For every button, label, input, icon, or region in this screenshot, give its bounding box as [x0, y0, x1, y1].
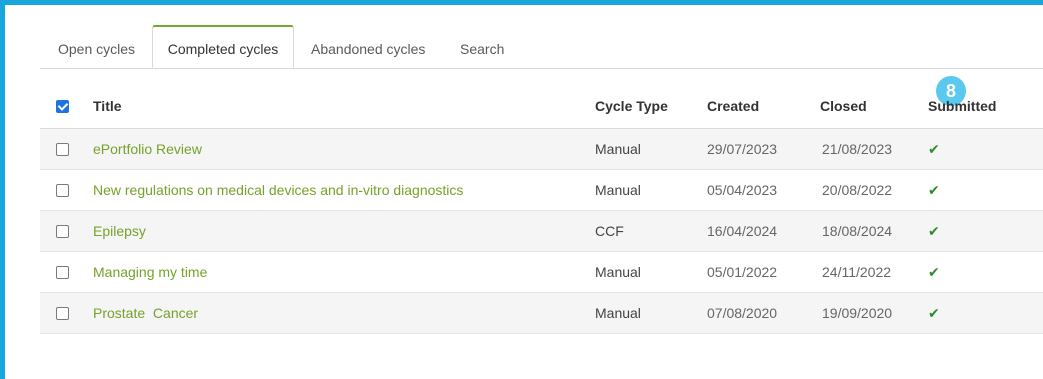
cycle-title-link[interactable]: New regulations on medical devices and i…: [93, 170, 463, 210]
check-icon: ✔: [928, 222, 940, 239]
cycle-type: Manual: [595, 305, 641, 321]
frame-border-top: [0, 0, 1043, 5]
tab-bar: Open cycles Completed cycles Abandoned c…: [40, 22, 1043, 69]
closed-date: 20/08/2022: [822, 182, 893, 198]
table-row: Epilepsy CCF 16/04/2024 18/08/2024 ✔: [40, 211, 1043, 252]
closed-date: 19/09/2020: [822, 305, 893, 321]
tab-abandoned-cycles[interactable]: Abandoned cycles: [311, 34, 425, 68]
cycle-type: Manual: [595, 141, 641, 157]
header-title[interactable]: Title: [93, 84, 122, 128]
table-row: Prostate Cancer Manual 07/08/2020 19/09/…: [40, 293, 1043, 334]
cycles-panel: Open cycles Completed cycles Abandoned c…: [40, 22, 1043, 379]
created-date: 07/08/2020: [707, 305, 778, 321]
check-icon: ✔: [928, 304, 940, 321]
table-row: ePortfolio Review Manual 29/07/2023 21/0…: [40, 129, 1043, 170]
check-icon: ✔: [928, 140, 940, 157]
tab-open-cycles[interactable]: Open cycles: [58, 34, 135, 68]
header-closed[interactable]: Closed: [820, 84, 867, 128]
check-icon: ✔: [928, 181, 940, 198]
frame-border-left: [0, 0, 5, 379]
closed-date: 21/08/2023: [822, 141, 893, 157]
select-all-cell: [56, 84, 69, 128]
table-row: Managing my time Manual 05/01/2022 24/11…: [40, 252, 1043, 293]
cycle-type: CCF: [595, 223, 624, 239]
cycles-table: Title Cycle Type Created Closed Submitte…: [40, 84, 1043, 334]
table-row: New regulations on medical devices and i…: [40, 170, 1043, 211]
closed-date: 18/08/2024: [822, 223, 893, 239]
created-date: 05/01/2022: [707, 264, 778, 280]
header-created[interactable]: Created: [707, 84, 759, 128]
tab-completed-cycles[interactable]: Completed cycles: [152, 25, 294, 68]
row-checkbox[interactable]: [56, 306, 69, 320]
row-checkbox[interactable]: [56, 142, 69, 156]
cycle-title-link[interactable]: Epilepsy: [93, 211, 146, 251]
table-header: Title Cycle Type Created Closed Submitte…: [40, 84, 1043, 129]
header-submitted[interactable]: Submitted: [928, 84, 996, 128]
closed-date: 24/11/2022: [822, 264, 892, 280]
tab-search[interactable]: Search: [460, 34, 504, 68]
select-all-checkbox[interactable]: [56, 99, 69, 113]
check-icon: ✔: [928, 263, 940, 280]
cycle-type: Manual: [595, 182, 641, 198]
created-date: 16/04/2024: [707, 223, 778, 239]
created-date: 05/04/2023: [707, 182, 778, 198]
row-checkbox[interactable]: [56, 265, 69, 279]
cycle-title-link[interactable]: ePortfolio Review: [93, 129, 202, 169]
cycle-type: Manual: [595, 264, 641, 280]
header-cycle-type[interactable]: Cycle Type: [595, 84, 668, 128]
cycle-title-link[interactable]: Managing my time: [93, 252, 207, 292]
row-checkbox[interactable]: [56, 183, 69, 197]
cycle-title-link[interactable]: Prostate Cancer: [93, 293, 198, 333]
row-checkbox[interactable]: [56, 224, 69, 238]
created-date: 29/07/2023: [707, 141, 778, 157]
